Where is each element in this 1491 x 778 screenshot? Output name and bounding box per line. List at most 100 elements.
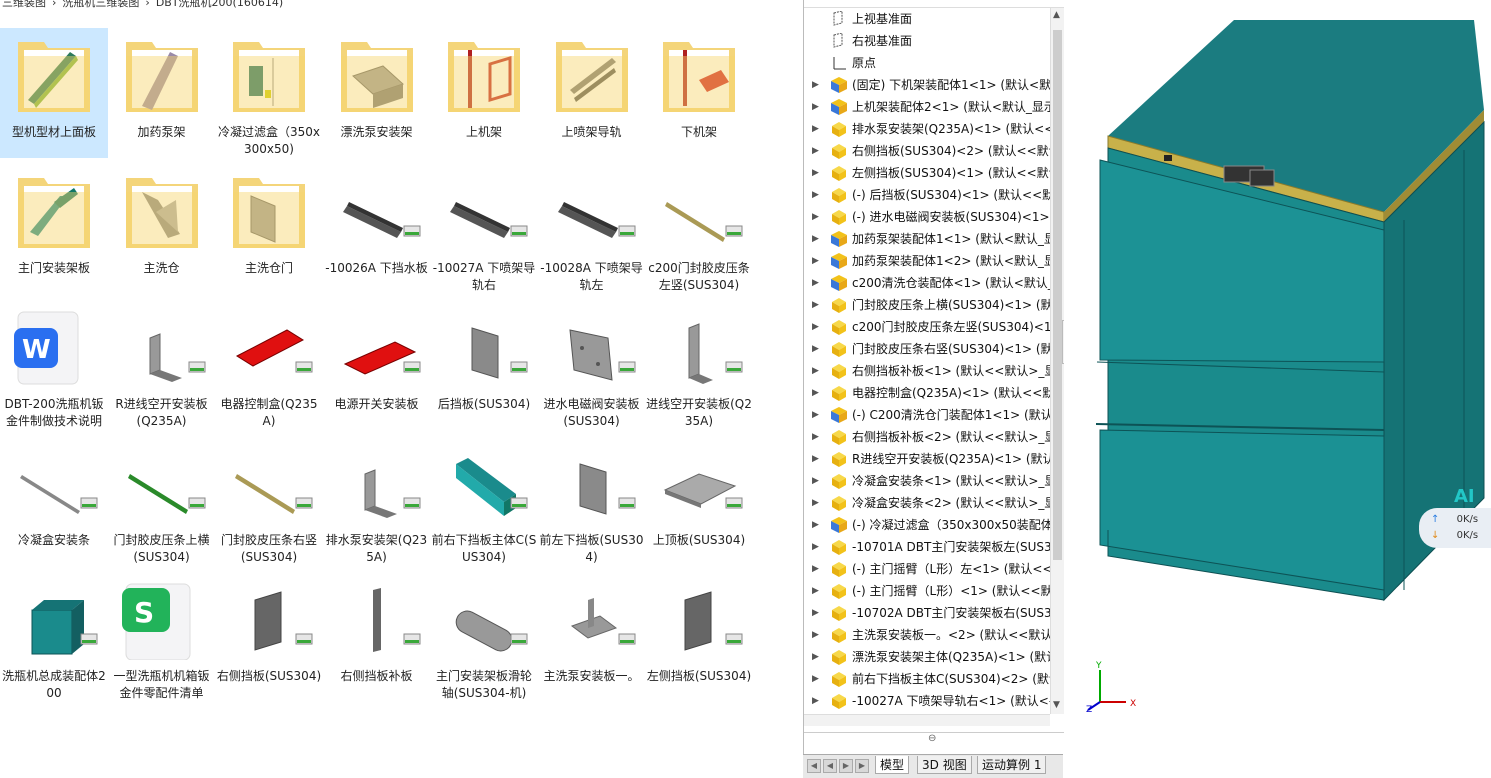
breadcrumb-item[interactable]: 洗瓶机三维装图 (62, 0, 139, 9)
tree-item[interactable]: ▶ 前右下挡板主体C(SUS304)<2> (默认 (804, 668, 1050, 690)
file-item[interactable]: 主洗泵安装板一。 (538, 572, 646, 702)
expand-arrow-icon[interactable]: ▶ (812, 360, 820, 382)
expand-arrow-icon[interactable]: ▶ (812, 646, 820, 668)
tab-2[interactable]: 运动算例 1 (977, 756, 1047, 774)
expand-arrow-icon[interactable]: ▶ (812, 668, 820, 690)
tree-item[interactable]: 右视基准面 (804, 30, 1050, 52)
file-item[interactable]: -10027A 下喷架导轨右 (430, 164, 538, 294)
tree-item[interactable]: ▶ 电器控制盒(Q235A)<1> (默认<<默 (804, 382, 1050, 404)
panel-splitter[interactable]: ⊖ (804, 732, 1064, 752)
tree-item[interactable]: ▶ R进线空开安装板(Q235A)<1> (默认 (804, 448, 1050, 470)
expand-arrow-icon[interactable]: ▶ (812, 294, 820, 316)
next-tab-icon[interactable]: ▶ (839, 759, 853, 773)
expand-arrow-icon[interactable]: ▶ (812, 382, 820, 404)
expand-arrow-icon[interactable]: ▶ (812, 74, 820, 96)
file-item[interactable]: 冷凝盒安装条 (0, 436, 108, 566)
tree-horizontal-scrollbar[interactable] (804, 714, 1050, 726)
graphics-viewport[interactable]: Y X Z (1064, 0, 1491, 778)
file-item[interactable]: 进线空开安装板(Q235A) (645, 300, 753, 430)
file-item[interactable]: 漂洗泵安装架 (323, 28, 431, 158)
tab-0[interactable]: 模型 (875, 756, 910, 774)
tree-item[interactable]: ▶ (-) 进水电磁阀安装板(SUS304)<1> (804, 206, 1050, 228)
expand-arrow-icon[interactable]: ▶ (812, 316, 820, 338)
expand-arrow-icon[interactable]: ▶ (812, 470, 820, 492)
file-item[interactable]: 进水电磁阀安装板(SUS304) (538, 300, 646, 430)
expand-arrow-icon[interactable]: ▶ (812, 140, 820, 162)
file-item[interactable]: 上顶板(SUS304) (645, 436, 753, 566)
last-tab-icon[interactable]: ▶ (855, 759, 869, 773)
tree-item[interactable]: ▶ 冷凝盒安装条<2> (默认<<默认>_显 (804, 492, 1050, 514)
scroll-thumb[interactable] (1053, 30, 1062, 560)
expand-arrow-icon[interactable]: ▶ (812, 602, 820, 624)
file-item[interactable]: 下机架 (645, 28, 753, 158)
file-item[interactable]: R进线空开安装板(Q235A) (108, 300, 216, 430)
tree-item[interactable]: ▶ 门封胶皮压条右竖(SUS304)<1> (默 (804, 338, 1050, 360)
tree-item[interactable]: ▶ (-) C200清洗仓门装配体1<1> (默认 (804, 404, 1050, 426)
tab-1[interactable]: 3D 视图 (917, 756, 972, 774)
expand-arrow-icon[interactable]: ▶ (812, 338, 820, 360)
tree-item[interactable]: 上视基准面 (804, 8, 1050, 30)
file-item[interactable]: 主洗仓门 (215, 164, 323, 294)
file-item[interactable]: c200门封胶皮压条左竖(SUS304) (645, 164, 753, 294)
file-item[interactable]: 前右下挡板主体C(SUS304) (430, 436, 538, 566)
file-item[interactable]: -10028A 下喷架导轨左 (538, 164, 646, 294)
tree-item[interactable]: ▶ (-) 主门摇臂（L形）<1> (默认<<默 (804, 580, 1050, 602)
file-item[interactable]: 冷凝过滤盒（350x300x50) (215, 28, 323, 158)
file-item[interactable]: 上机架 (430, 28, 538, 158)
file-item[interactable]: 右侧挡板(SUS304) (215, 572, 323, 702)
tree-item[interactable]: ▶ 右侧挡板(SUS304)<2> (默认<<默认 (804, 140, 1050, 162)
tree-item[interactable]: ▶ -10027A 下喷架导轨右<1> (默认<- (804, 690, 1050, 712)
file-item[interactable]: 主门安装架板滑轮轴(SUS304-机) (430, 572, 538, 702)
tree-item[interactable]: ▶ (-) 后挡板(SUS304)<1> (默认<<默 (804, 184, 1050, 206)
file-item[interactable]: -10026A 下挡水板 (323, 164, 431, 294)
expand-arrow-icon[interactable]: ▶ (812, 690, 820, 712)
file-item[interactable]: 主洗仓 (108, 164, 216, 294)
file-item[interactable]: 型机型材上面板 (0, 28, 108, 158)
expand-arrow-icon[interactable]: ▶ (812, 624, 820, 646)
expand-arrow-icon[interactable]: ▶ (812, 162, 820, 184)
network-speed-widget[interactable]: ↑ 0K/s ↓ 0K/s (1419, 508, 1491, 548)
tree-item[interactable]: ▶ -10701A DBT主门安装架板左(SUS3 (804, 536, 1050, 558)
file-item[interactable]: 前左下挡板(SUS304) (538, 436, 646, 566)
file-item[interactable]: 电器控制盒(Q235A) (215, 300, 323, 430)
file-item[interactable]: 门封胶皮压条右竖(SUS304) (215, 436, 323, 566)
scroll-up-icon[interactable]: ▲ (1053, 10, 1060, 20)
file-item[interactable]: S 一型洗瓶机机箱钣金件零配件清单 (108, 572, 216, 702)
tree-item[interactable]: ▶ c200清洗仓装配体<1> (默认<默认_ (804, 272, 1050, 294)
tree-item[interactable]: ▶ 漂洗泵安装架主体(Q235A)<1> (默认 (804, 646, 1050, 668)
tree-item[interactable]: ▶ 排水泵安装架(Q235A)<1> (默认<< (804, 118, 1050, 140)
file-item[interactable]: 电源开关安装板 (323, 300, 431, 430)
expand-arrow-icon[interactable]: ▶ (812, 580, 820, 602)
tree-item[interactable]: ▶ 加药泵架装配体1<2> (默认<默认_显 (804, 250, 1050, 272)
expand-arrow-icon[interactable]: ▶ (812, 536, 820, 558)
tree-item[interactable]: ▶ 冷凝盒安装条<1> (默认<<默认>_显 (804, 470, 1050, 492)
file-item[interactable]: 洗瓶机总成装配体200 (0, 572, 108, 702)
tree-item[interactable]: ▶ (-) 冷凝过滤盒（350x300x50装配体 (804, 514, 1050, 536)
expand-arrow-icon[interactable]: ▶ (812, 96, 820, 118)
file-item[interactable]: W DBT-200洗瓶机钣金件制做技术说明 (0, 300, 108, 430)
file-item[interactable]: 门封胶皮压条上横(SUS304) (108, 436, 216, 566)
prev-tab-icon[interactable]: ◀ (823, 759, 837, 773)
tree-item[interactable]: ▶ 加药泵架装配体1<1> (默认<默认_显 (804, 228, 1050, 250)
file-item[interactable]: 后挡板(SUS304) (430, 300, 538, 430)
tree-item[interactable]: ▶ 上机架装配体2<1> (默认<默认_显示 (804, 96, 1050, 118)
tree-item[interactable]: ▶ (固定) 下机架装配体1<1> (默认<默 (804, 74, 1050, 96)
tree-item[interactable]: ▶ -10702A DBT主门安装架板右(SUS3 (804, 602, 1050, 624)
scroll-down-icon[interactable]: ▼ (1053, 700, 1060, 710)
expand-arrow-icon[interactable]: ▶ (812, 184, 820, 206)
file-item[interactable]: 排水泵安装架(Q235A) (323, 436, 431, 566)
expand-arrow-icon[interactable]: ▶ (812, 448, 820, 470)
expand-arrow-icon[interactable]: ▶ (812, 206, 820, 228)
expand-arrow-icon[interactable]: ▶ (812, 272, 820, 294)
tree-item[interactable]: ▶ (-) 主门摇臂（L形）左<1> (默认<< (804, 558, 1050, 580)
tree-item[interactable]: ▶ 主洗泵安装板一。<2> (默认<<默认 (804, 624, 1050, 646)
file-item[interactable]: 上喷架导轨 (538, 28, 646, 158)
file-item[interactable]: 加药泵架 (108, 28, 216, 158)
tree-item[interactable]: ▶ 右侧挡板补板<2> (默认<<默认>_显 (804, 426, 1050, 448)
ai-badge[interactable]: AI (1454, 486, 1475, 507)
expand-arrow-icon[interactable]: ▶ (812, 250, 820, 272)
tree-item[interactable]: ▶ c200门封胶皮压条左竖(SUS304)<1 (804, 316, 1050, 338)
expand-arrow-icon[interactable]: ▶ (812, 558, 820, 580)
expand-arrow-icon[interactable]: ▶ (812, 228, 820, 250)
tree-item[interactable]: ▶ 左侧挡板(SUS304)<1> (默认<<默认 (804, 162, 1050, 184)
